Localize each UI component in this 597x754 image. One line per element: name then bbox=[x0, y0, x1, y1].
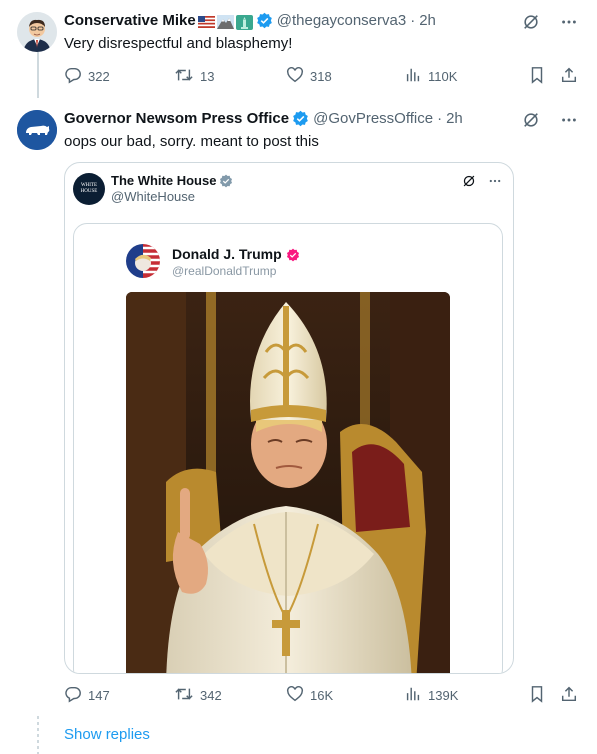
timestamp[interactable]: 2h bbox=[419, 12, 436, 29]
embedded-post-image[interactable]: Donald J. Trump @realDonaldTrump bbox=[73, 223, 503, 673]
share-icon bbox=[560, 66, 578, 87]
reply-count: 147 bbox=[88, 688, 110, 703]
share-button[interactable] bbox=[560, 685, 580, 706]
quote-author-name[interactable]: The White House bbox=[111, 173, 216, 189]
reply-button[interactable]: 147 bbox=[64, 685, 162, 706]
avatar[interactable] bbox=[17, 12, 57, 52]
tweet-conservative-mike[interactable]: Conservative Mike @thegayconserva3 · 2h … bbox=[0, 0, 597, 98]
share-button[interactable] bbox=[560, 66, 580, 87]
author-name[interactable]: Governor Newsom Press Office bbox=[64, 110, 289, 127]
more-icon[interactable] bbox=[559, 110, 579, 130]
more-icon[interactable] bbox=[559, 12, 579, 32]
reply-icon bbox=[64, 685, 82, 706]
us-flag-icon bbox=[197, 15, 215, 28]
reply-button[interactable]: 322 bbox=[64, 66, 162, 87]
author-handle[interactable]: @GovPressOffice bbox=[313, 110, 433, 127]
bookmark-icon bbox=[528, 685, 546, 706]
grok-icon[interactable] bbox=[521, 12, 541, 32]
inner-author-name: Donald J. Trump bbox=[172, 246, 282, 262]
grok-icon[interactable] bbox=[521, 110, 541, 130]
like-button[interactable]: 16K bbox=[286, 685, 404, 706]
views-button[interactable]: 110K bbox=[404, 66, 528, 87]
tweet-text: oops our bad, sorry. meant to post this bbox=[64, 133, 319, 150]
like-count: 318 bbox=[310, 69, 332, 84]
quoted-tweet[interactable]: WHITE HOUSE The White House @WhiteHouse bbox=[64, 162, 514, 674]
like-icon bbox=[286, 66, 304, 87]
show-replies-link[interactable]: Show replies bbox=[64, 726, 150, 743]
author-name[interactable]: Conservative Mike bbox=[64, 12, 196, 29]
bookmark-button[interactable] bbox=[528, 66, 560, 87]
inner-author-handle: @realDonaldTrump bbox=[172, 264, 277, 278]
verified-icon bbox=[256, 12, 273, 29]
reply-count: 322 bbox=[88, 69, 110, 84]
retweet-icon bbox=[174, 66, 194, 87]
retweet-button[interactable]: 342 bbox=[174, 685, 286, 706]
verified-icon bbox=[219, 174, 233, 188]
views-icon bbox=[404, 685, 422, 706]
retweet-button[interactable]: 13 bbox=[174, 66, 286, 87]
views-icon bbox=[404, 66, 422, 87]
bookmark-icon bbox=[528, 66, 546, 87]
avatar[interactable] bbox=[17, 110, 57, 150]
views-button[interactable]: 139K bbox=[404, 685, 528, 706]
more-icon[interactable] bbox=[487, 173, 503, 189]
tweet-newsom[interactable]: Governor Newsom Press Office @GovPressOf… bbox=[0, 98, 597, 754]
share-icon bbox=[560, 685, 578, 706]
views-count: 110K bbox=[428, 69, 458, 84]
separator-dot: · bbox=[410, 12, 416, 29]
like-button[interactable]: 318 bbox=[286, 66, 404, 87]
retweet-icon bbox=[174, 685, 194, 706]
pope-image bbox=[126, 292, 450, 673]
retweet-count: 342 bbox=[200, 688, 222, 703]
mountain-icon bbox=[216, 14, 234, 29]
author-handle[interactable]: @thegayconserva3 bbox=[277, 12, 406, 29]
reply-icon bbox=[64, 66, 82, 87]
timestamp[interactable]: 2h bbox=[446, 110, 463, 127]
quote-avatar[interactable]: WHITE HOUSE bbox=[73, 173, 105, 205]
views-count: 139K bbox=[428, 688, 459, 703]
like-icon bbox=[286, 685, 304, 706]
retweet-count: 13 bbox=[200, 69, 215, 84]
bookmark-button[interactable] bbox=[528, 685, 560, 706]
verified-icon bbox=[286, 248, 300, 262]
separator-dot: · bbox=[437, 110, 443, 127]
quote-author-handle[interactable]: @WhiteHouse bbox=[111, 189, 233, 205]
tweet-text: Very disrespectful and blasphemy! bbox=[64, 35, 293, 52]
statue-of-liberty-icon bbox=[235, 14, 253, 30]
verified-icon bbox=[292, 110, 309, 127]
trump-avatar bbox=[126, 244, 160, 278]
like-count: 16K bbox=[310, 688, 334, 703]
grok-icon[interactable] bbox=[461, 173, 477, 189]
quote-logo-line2: HOUSE bbox=[80, 189, 98, 194]
